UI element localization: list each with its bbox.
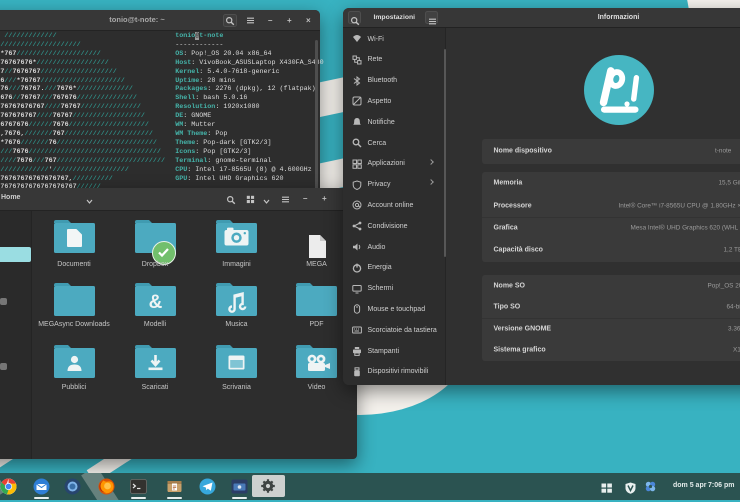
svg-text:&: & bbox=[148, 292, 162, 313]
